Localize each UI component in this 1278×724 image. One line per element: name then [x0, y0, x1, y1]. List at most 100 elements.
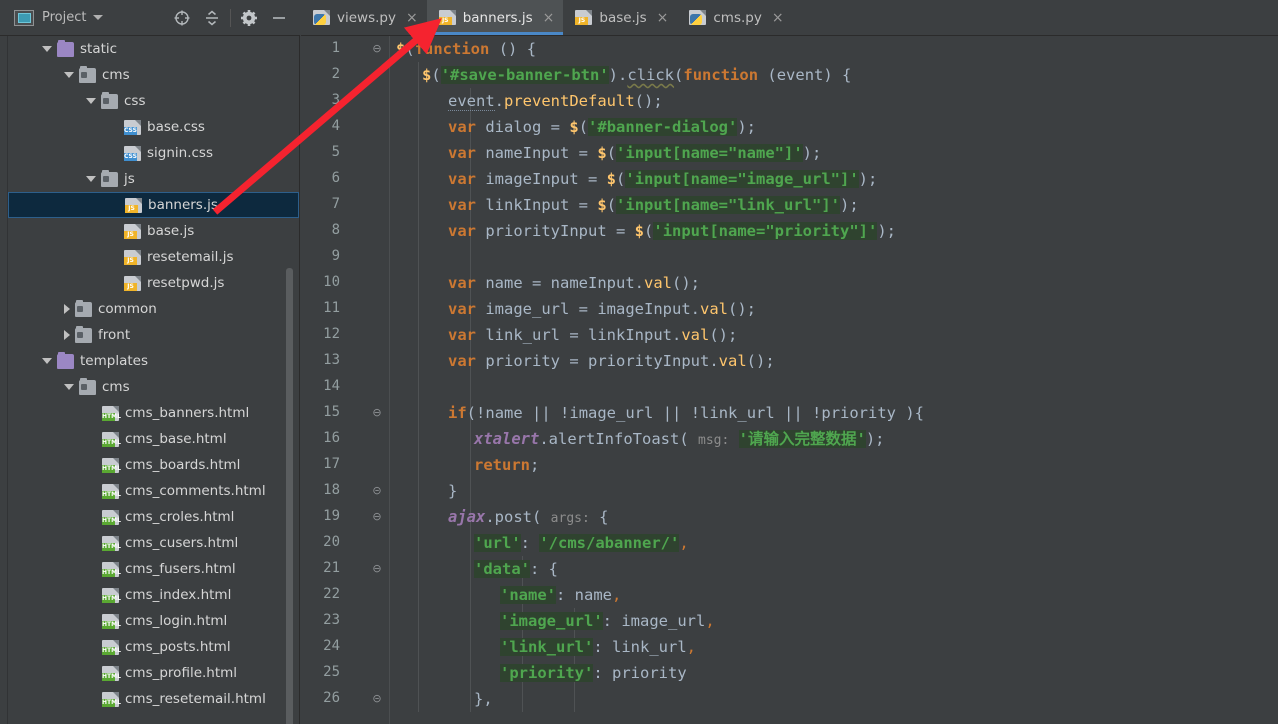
code-line[interactable]: $('#save-banner-btn').click(function (ev…	[396, 62, 851, 88]
tree-item-static[interactable]: static	[8, 36, 299, 62]
chevron-down-icon[interactable]	[86, 176, 96, 182]
code-line[interactable]: var name = nameInput.val();	[396, 270, 700, 296]
chevron-down-icon[interactable]	[86, 98, 96, 104]
code-line[interactable]: var priorityInput = $('input[name="prior…	[396, 218, 896, 244]
tree-item-cms-banners-html[interactable]: HTML cms_banners.html	[8, 400, 299, 426]
code-line[interactable]: xtalert.alertInfoToast( msg: '请输入完整数据');	[396, 426, 885, 452]
chevron-down-icon[interactable]	[64, 384, 74, 390]
code-line[interactable]: 'data': {	[396, 556, 558, 582]
chevron-down-icon[interactable]	[93, 15, 104, 20]
close-icon[interactable]: ×	[543, 11, 555, 25]
code-fold-toggle[interactable]: ⊖	[371, 407, 383, 419]
editor-gutter[interactable]: 1 ⊖ 2 3 4 5 6 7 8 9 10 11 12 13 14 15 ⊖ 16 17 18 ⊝ 19 ⊖ 20 21 ⊖ 22…	[301, 36, 396, 724]
code-line[interactable]: ajax.post( args: {	[396, 504, 608, 530]
hide-panel-icon[interactable]	[264, 3, 294, 33]
code-line[interactable]	[396, 374, 448, 400]
code-fold-toggle[interactable]: ⊖	[371, 563, 383, 575]
code-fold-toggle[interactable]: ⊝	[371, 485, 383, 497]
code-line[interactable]: event.preventDefault();	[396, 88, 663, 114]
chevron-down-icon[interactable]	[42, 46, 52, 52]
code-line[interactable]: var dialog = $('#banner-dialog');	[396, 114, 756, 140]
tree-item-cms-login-html[interactable]: HTML cms_login.html	[8, 608, 299, 634]
tree-item-resetpwd-js[interactable]: JS resetpwd.js	[8, 270, 299, 296]
tree-item-front[interactable]: front	[8, 322, 299, 348]
file-type-badge: HTML	[102, 490, 121, 499]
tree-item-cms-base-html[interactable]: HTML cms_base.html	[8, 426, 299, 452]
chevron-down-icon[interactable]	[64, 72, 74, 78]
code-token: !	[560, 404, 570, 422]
code-line[interactable]: 'link_url': link_url,	[396, 634, 696, 660]
code-token: .	[494, 92, 505, 110]
tree-scrollbar[interactable]	[286, 268, 293, 724]
code-line[interactable]: return;	[396, 452, 539, 478]
code-line[interactable]: var image_url = imageInput.val();	[396, 296, 756, 322]
code-token: (	[679, 430, 698, 448]
tree-item-cms-cusers-html[interactable]: HTML cms_cusers.html	[8, 530, 299, 556]
tree-item-cms-posts-html[interactable]: HTML cms_posts.html	[8, 634, 299, 660]
tree-item-resetemail-js[interactable]: JS resetemail.js	[8, 244, 299, 270]
tree-item-cms-boards-html[interactable]: HTML cms_boards.html	[8, 452, 299, 478]
code-line[interactable]: var nameInput = $('input[name="name"]');	[396, 140, 821, 166]
tree-item-templates[interactable]: templates	[8, 348, 299, 374]
tree-item-label: cms_profile.html	[125, 664, 238, 681]
locate-target-icon[interactable]	[167, 3, 197, 33]
tree-item-base-js[interactable]: JS base.js	[8, 218, 299, 244]
code-line[interactable]	[396, 244, 448, 270]
tree-item-cms-resetemail-html[interactable]: HTML cms_resetemail.html	[8, 686, 299, 712]
code-line[interactable]: var linkInput = $('input[name="link_url"…	[396, 192, 859, 218]
file-type-badge: HTML	[102, 568, 121, 577]
tree-item-banners-js[interactable]: JS banners.js	[8, 192, 299, 218]
chevron-right-icon[interactable]	[64, 330, 70, 340]
collapse-all-icon[interactable]	[197, 3, 227, 33]
tree-item-cms-comments-html[interactable]: HTML cms_comments.html	[8, 478, 299, 504]
editor-tab-cms-py[interactable]: cms.py ×	[677, 0, 792, 35]
tree-item-cms-index-html[interactable]: HTML cms_index.html	[8, 582, 299, 608]
code-editor[interactable]: 1 ⊖ 2 3 4 5 6 7 8 9 10 11 12 13 14 15 ⊖ 16 17 18 ⊝ 19 ⊖ 20 21 ⊖ 22…	[301, 36, 1278, 724]
code-line[interactable]: var imageInput = $('input[name="image_ur…	[396, 166, 877, 192]
code-fold-toggle[interactable]: ⊝	[371, 693, 383, 705]
tree-item-cms[interactable]: cms	[8, 62, 299, 88]
code-line[interactable]: }	[396, 478, 457, 504]
gear-icon[interactable]	[234, 3, 264, 33]
tree-item-cms[interactable]: cms	[8, 374, 299, 400]
tree-item-common[interactable]: common	[8, 296, 299, 322]
file-js-icon: JS	[124, 249, 141, 265]
code-line[interactable]: },	[396, 686, 493, 712]
file-type-badge: HTML	[102, 698, 121, 707]
code-line[interactable]: 'image_url': image_url,	[396, 608, 715, 634]
code-line[interactable]: var link_url = linkInput.val();	[396, 322, 737, 348]
editor-tab-views-py[interactable]: views.py ×	[301, 0, 427, 35]
code-fold-toggle[interactable]: ⊖	[371, 43, 383, 55]
close-icon[interactable]: ×	[772, 11, 784, 25]
code-line[interactable]: var priority = priorityInput.val();	[396, 348, 775, 374]
code-line[interactable]: 'priority': priority	[396, 660, 687, 686]
project-tree-panel[interactable]: static cms css CSS base.css CSS signin.css js JS…	[0, 36, 300, 724]
code-line[interactable]: 'url': '/cms/abanner/',	[396, 530, 689, 556]
project-title: Project	[42, 10, 87, 25]
code-content[interactable]: $(function () {$('#save-banner-btn').cli…	[396, 36, 1278, 724]
editor-tab-base-js[interactable]: JS base.js ×	[563, 0, 677, 35]
line-number: 13	[323, 352, 340, 368]
chevron-down-icon[interactable]	[42, 358, 52, 364]
close-icon[interactable]: ×	[406, 11, 418, 25]
code-fold-toggle[interactable]: ⊖	[371, 511, 383, 523]
editor-tab-label: cms.py	[713, 9, 762, 26]
tree-item-cms-croles-html[interactable]: HTML cms_croles.html	[8, 504, 299, 530]
code-line[interactable]: if(!name || !image_url || !link_url || !…	[396, 400, 924, 426]
code-line[interactable]: 'name': name,	[396, 582, 621, 608]
tree-item-cms-profile-html[interactable]: HTML cms_profile.html	[8, 660, 299, 686]
code-token: :	[593, 664, 612, 682]
tree-item-css[interactable]: css	[8, 88, 299, 114]
close-icon[interactable]: ×	[657, 11, 669, 25]
chevron-right-icon[interactable]	[64, 304, 70, 314]
tree-item-js[interactable]: js	[8, 166, 299, 192]
editor-tab-bar[interactable]: views.py × JS banners.js × JS base.js × cms.py ×	[301, 0, 1278, 36]
editor-tab-banners-js[interactable]: JS banners.js ×	[426, 0, 564, 35]
tree-item-cms-fusers-html[interactable]: HTML cms_fusers.html	[8, 556, 299, 582]
tree-item-base-css[interactable]: CSS base.css	[8, 114, 299, 140]
code-token: 'input[name="link_url"]'	[616, 196, 840, 214]
file-type-badge: HTML	[102, 542, 121, 551]
tree-item-signin-css[interactable]: CSS signin.css	[8, 140, 299, 166]
code-line[interactable]: $(function () {	[396, 36, 536, 62]
